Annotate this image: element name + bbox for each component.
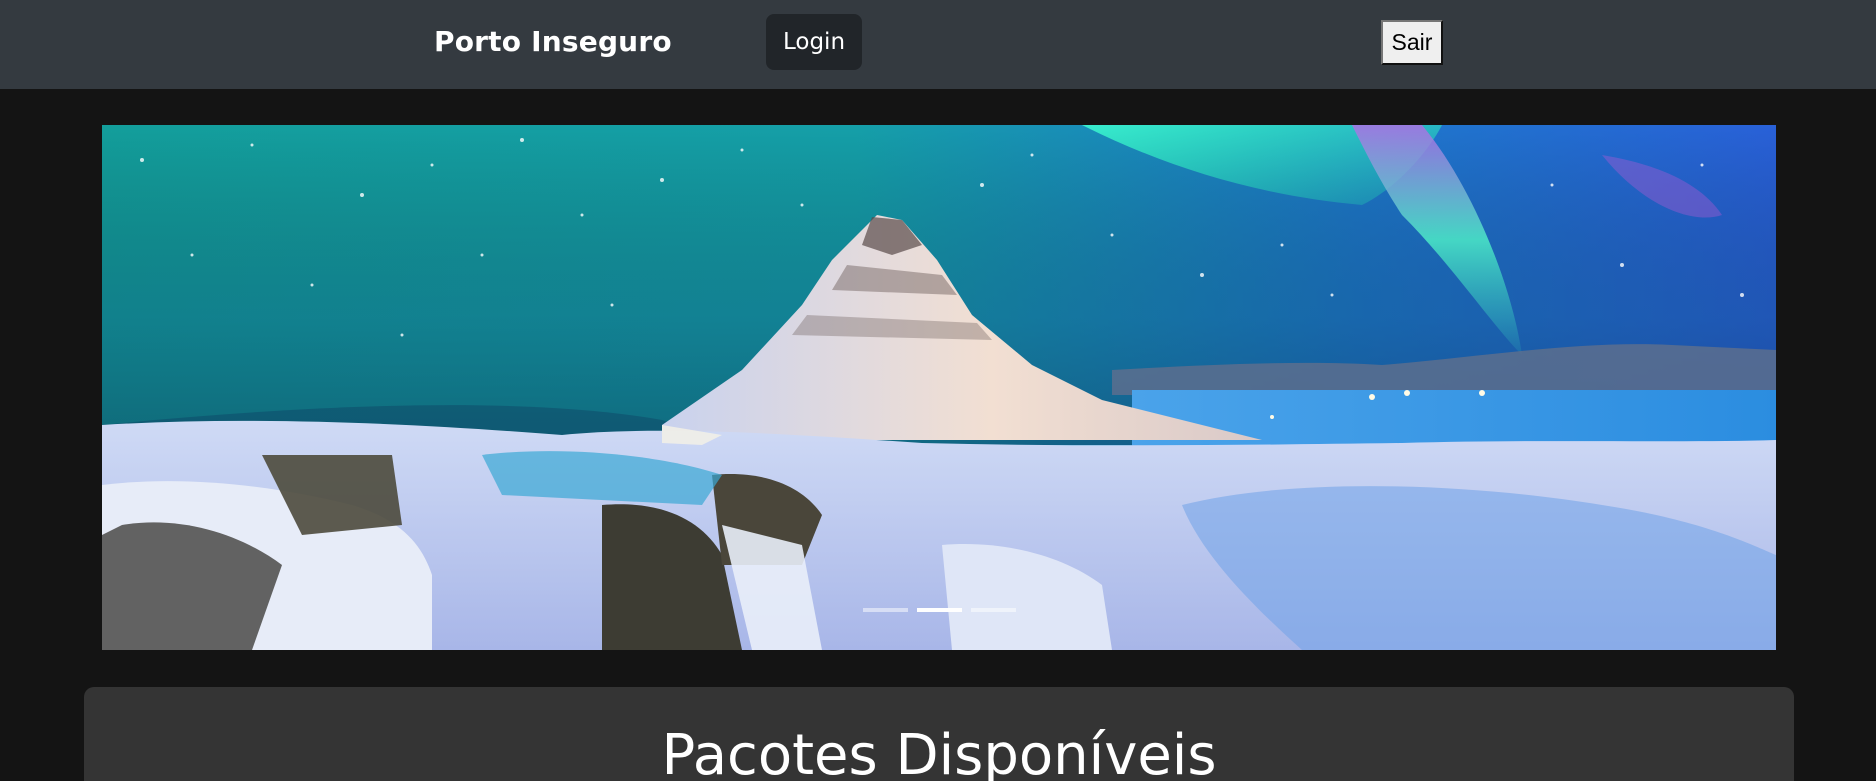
brand-link[interactable]: Porto Inseguro bbox=[434, 25, 672, 58]
packages-title: Pacotes Disponíveis bbox=[661, 723, 1217, 781]
hero-carousel[interactable] bbox=[102, 125, 1776, 650]
carousel-indicator-active[interactable] bbox=[916, 608, 962, 612]
top-navbar: Porto Inseguro Login Sair bbox=[0, 0, 1876, 89]
login-button[interactable]: Login bbox=[766, 14, 862, 70]
carousel-indicators bbox=[102, 608, 1776, 612]
packages-section: Pacotes Disponíveis bbox=[84, 687, 1794, 781]
carousel-indicator[interactable] bbox=[862, 608, 908, 612]
logout-button[interactable]: Sair bbox=[1381, 20, 1443, 65]
carousel-indicator[interactable] bbox=[970, 608, 1016, 612]
carousel-slide-image bbox=[102, 125, 1776, 650]
